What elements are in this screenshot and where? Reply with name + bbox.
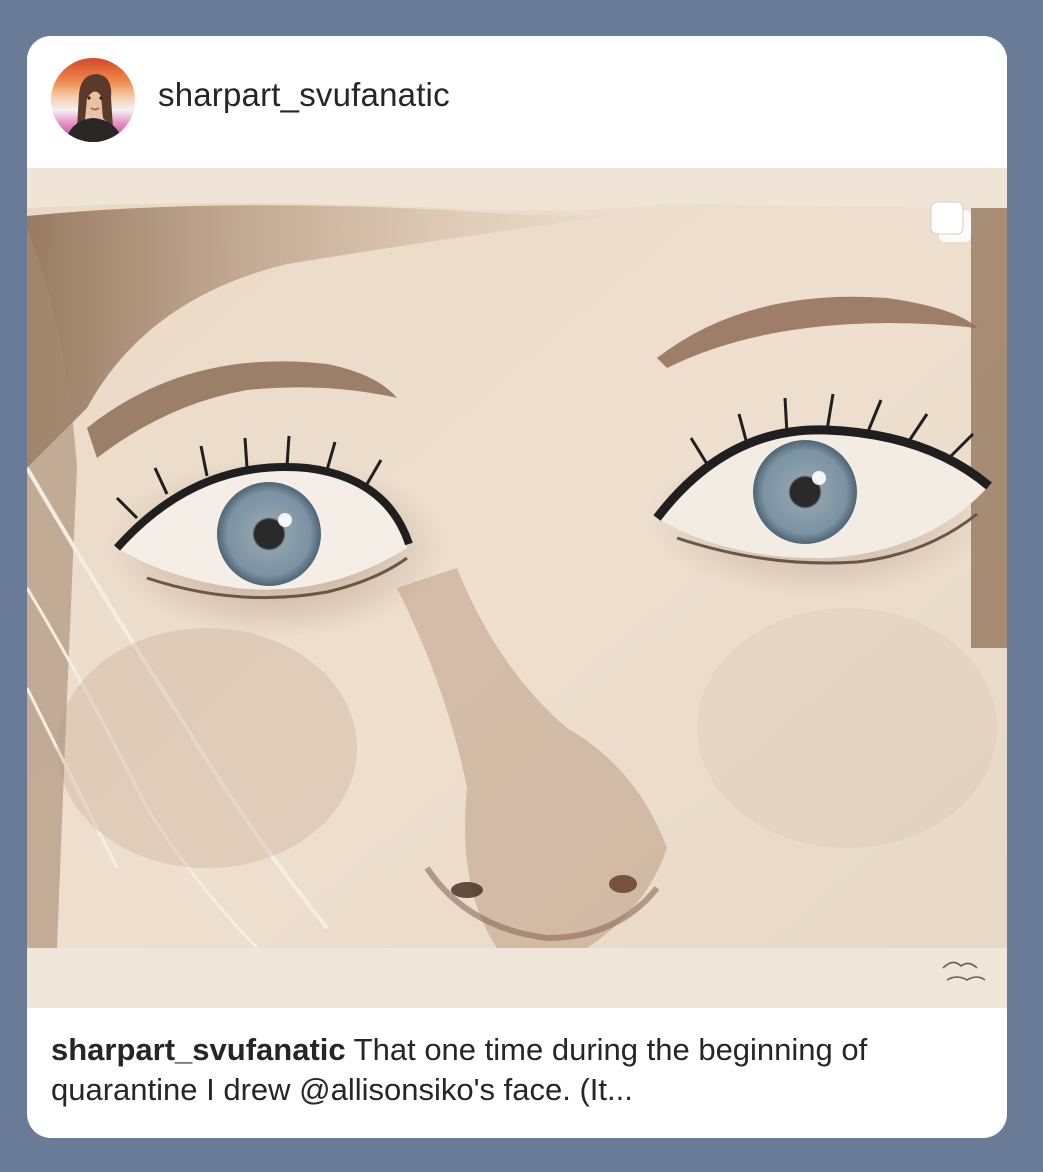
avatar-image (51, 58, 135, 142)
carousel-stack-icon[interactable] (929, 200, 975, 246)
caption-username[interactable]: sharpart_svufanatic (51, 1032, 346, 1067)
pencil-drawing-of-eyes (27, 168, 1007, 1008)
avatar[interactable] (51, 58, 135, 142)
post-image[interactable] (27, 168, 1007, 1008)
post-header: sharpart_svufanatic (27, 36, 1007, 168)
post-card: sharpart_svufanatic sharpart_svufanatic … (27, 36, 1007, 1138)
post-caption: sharpart_svufanatic That one time during… (51, 1030, 983, 1110)
post-username[interactable]: sharpart_svufanatic (158, 76, 450, 114)
